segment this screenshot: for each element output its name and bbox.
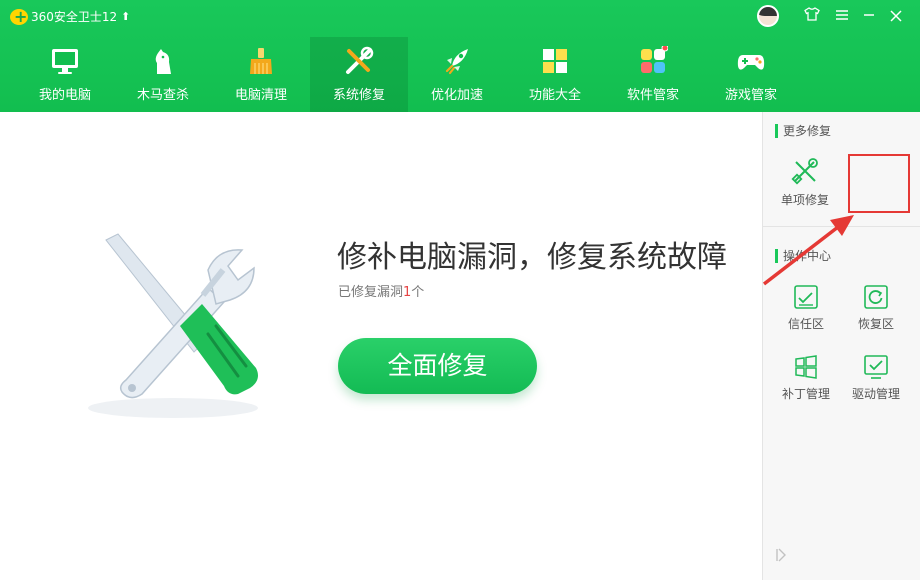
minimize-icon[interactable] — [858, 6, 880, 28]
full-repair-button[interactable]: 全面修复 — [338, 338, 537, 394]
horse-icon — [155, 49, 171, 74]
sidebar-divider — [763, 226, 920, 227]
driver-management-label: 驱动管理 — [851, 387, 900, 401]
page-headline: 修补电脑漏洞，修复系统故障 — [337, 240, 727, 275]
trust-zone-icon — [794, 285, 818, 309]
repair-tools-illustration — [88, 233, 258, 418]
repair-tools-icon — [346, 46, 374, 74]
nav-item-speedup[interactable]: 优化加速 — [408, 37, 506, 112]
nav-label: 系统修复 — [332, 88, 385, 103]
operation-center-title: 操作中心 — [775, 248, 831, 264]
trust-zone-label: 信任区 — [787, 317, 824, 331]
apps-icon — [641, 46, 668, 73]
repair-status-text: 已修复漏洞1个 — [338, 284, 424, 302]
patch-management-button[interactable]: 补丁管理 — [776, 354, 836, 414]
nav-item-trojan-scan[interactable]: 木马查杀 — [114, 37, 212, 112]
grid-icon — [543, 49, 567, 73]
single-repair-button[interactable]: 单项修复 — [775, 156, 835, 216]
gamepad-icon — [737, 55, 765, 70]
single-repair-label: 单项修复 — [780, 193, 829, 207]
close-icon[interactable] — [885, 6, 907, 28]
app-logo — [10, 7, 28, 26]
nav-item-game-manager[interactable]: 游戏管家 — [702, 37, 800, 112]
nav-item-cleanup[interactable]: 电脑清理 — [212, 37, 310, 112]
recovery-zone-label: 恢复区 — [857, 317, 894, 331]
main-panel: 修补电脑漏洞，修复系统故障 已修复漏洞1个 全面修复 — [0, 112, 762, 580]
app-title: 360安全卫士12 — [31, 10, 118, 24]
nav-item-my-computer[interactable]: 我的电脑 — [16, 37, 114, 112]
top-header: 360安全卫士12 ⬆ 我的电脑 — [0, 0, 920, 112]
main-nav: 我的电脑 木马查杀 电脑清理 系统修复 优化加速 功能大全 软件管家 游戏管家 — [16, 37, 800, 112]
menu-icon[interactable] — [831, 6, 853, 28]
recovery-zone-icon — [864, 285, 888, 309]
nav-item-system-repair[interactable]: 系统修复 — [310, 37, 408, 112]
monitor-icon — [52, 49, 78, 74]
collapse-sidebar-icon[interactable] — [776, 548, 786, 566]
nav-item-all-features[interactable]: 功能大全 — [506, 37, 604, 112]
nav-label: 我的电脑 — [38, 88, 91, 103]
nav-label: 软件管家 — [626, 88, 679, 103]
nav-label: 游戏管家 — [724, 88, 777, 103]
nav-label: 优化加速 — [430, 88, 483, 103]
patch-management-label: 补丁管理 — [781, 387, 830, 401]
avatar[interactable] — [757, 5, 779, 27]
windows-patch-icon — [795, 355, 817, 379]
nav-label: 木马查杀 — [136, 88, 189, 103]
nav-label: 功能大全 — [528, 88, 581, 103]
nav-item-software-manager[interactable]: 软件管家 — [604, 37, 702, 112]
nav-label: 电脑清理 — [234, 88, 287, 103]
title-bar: 360安全卫士12 ⬆ — [0, 0, 920, 34]
recovery-zone-button[interactable]: 恢复区 — [846, 284, 906, 344]
driver-monitor-icon — [864, 355, 888, 379]
right-sidebar: 更多修复 单项修复 操作中心 信任区 恢复区 补丁管理 驱动管理 — [762, 112, 920, 580]
trust-zone-button[interactable]: 信任区 — [776, 284, 836, 344]
broom-icon — [250, 48, 272, 74]
single-repair-icon — [791, 158, 818, 185]
status-suffix: 个 — [411, 285, 425, 300]
status-prefix: 已修复漏洞 — [338, 285, 404, 300]
rocket-icon — [445, 49, 468, 75]
more-repair-title: 更多修复 — [775, 123, 831, 139]
upgrade-arrow-icon[interactable]: ⬆ — [121, 9, 130, 25]
highlight-box — [848, 154, 910, 213]
skin-shirt-icon[interactable] — [801, 6, 823, 28]
driver-management-button[interactable]: 驱动管理 — [846, 354, 906, 414]
